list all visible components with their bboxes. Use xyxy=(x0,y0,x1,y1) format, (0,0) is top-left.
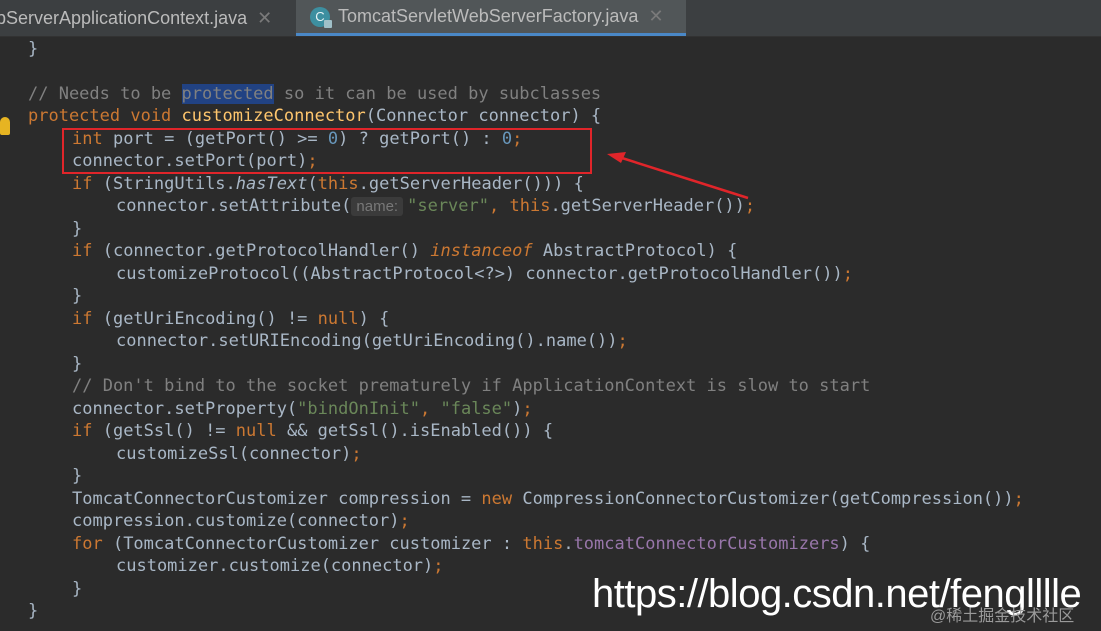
code-line[interactable]: connector.setProperty("bindOnInit", "fal… xyxy=(72,398,533,420)
tab-tomcat-servlet-web-server-factory[interactable]: C TomcatServletWebServerFactory.java ✕ xyxy=(296,0,686,36)
code-line[interactable]: if (getSsl() != null && getSsl().isEnabl… xyxy=(72,420,553,442)
code-line[interactable]: connector.setAttribute(name: "server", th… xyxy=(116,195,755,217)
code-line[interactable]: TomcatConnectorCustomizer compression = … xyxy=(72,488,1024,510)
code-line[interactable]: customizeProtocol((AbstractProtocol<?>) … xyxy=(116,263,853,285)
java-class-icon: C xyxy=(310,6,332,28)
code-line[interactable]: } xyxy=(28,600,38,622)
code-line[interactable]: for (TomcatConnectorCustomizer customize… xyxy=(72,533,870,555)
code-line[interactable]: } xyxy=(72,353,82,375)
code-line[interactable]: } xyxy=(28,38,38,60)
code-line[interactable]: // Don't bind to the socket prematurely … xyxy=(72,375,870,397)
close-icon[interactable]: ✕ xyxy=(257,8,272,29)
parameter-hint: name: xyxy=(351,197,404,216)
tab-server-application-context[interactable]: bServerApplicationContext.java ✕ xyxy=(0,0,292,36)
code-editor[interactable]: } // Needs to be protected so it can be … xyxy=(0,37,1101,631)
code-line[interactable]: } xyxy=(72,285,82,307)
community-watermark: @稀土掘金技术社区 xyxy=(930,608,1075,625)
code-line[interactable]: if (connector.getProtocolHandler() insta… xyxy=(72,240,737,262)
code-line[interactable]: customizer.customize(connector); xyxy=(116,555,444,577)
close-icon[interactable]: ✕ xyxy=(648,6,663,27)
code-line[interactable]: } xyxy=(72,465,82,487)
code-line[interactable]: } xyxy=(72,218,82,240)
highlight-box xyxy=(62,128,592,174)
code-line[interactable]: connector.setURIEncoding(getUriEncoding(… xyxy=(116,330,628,352)
code-line[interactable]: } xyxy=(72,578,82,600)
code-line[interactable]: if (getUriEncoding() != null) { xyxy=(72,308,389,330)
lightbulb-icon[interactable] xyxy=(0,117,10,135)
code-line[interactable]: if (StringUtils.hasText(this.getServerHe… xyxy=(72,173,584,195)
tab-label: TomcatServletWebServerFactory.java xyxy=(338,6,639,26)
editor-tab-bar: bServerApplicationContext.java ✕ C Tomca… xyxy=(0,0,1101,37)
selected-text: protected xyxy=(181,84,274,104)
code-line[interactable]: compression.customize(connector); xyxy=(72,510,410,532)
code-line[interactable]: // Needs to be protected so it can be us… xyxy=(28,83,601,105)
code-line[interactable]: protected void customizeConnector(Connec… xyxy=(28,105,601,127)
code-line[interactable]: customizeSsl(connector); xyxy=(116,443,362,465)
tab-label: bServerApplicationContext.java xyxy=(0,7,248,28)
